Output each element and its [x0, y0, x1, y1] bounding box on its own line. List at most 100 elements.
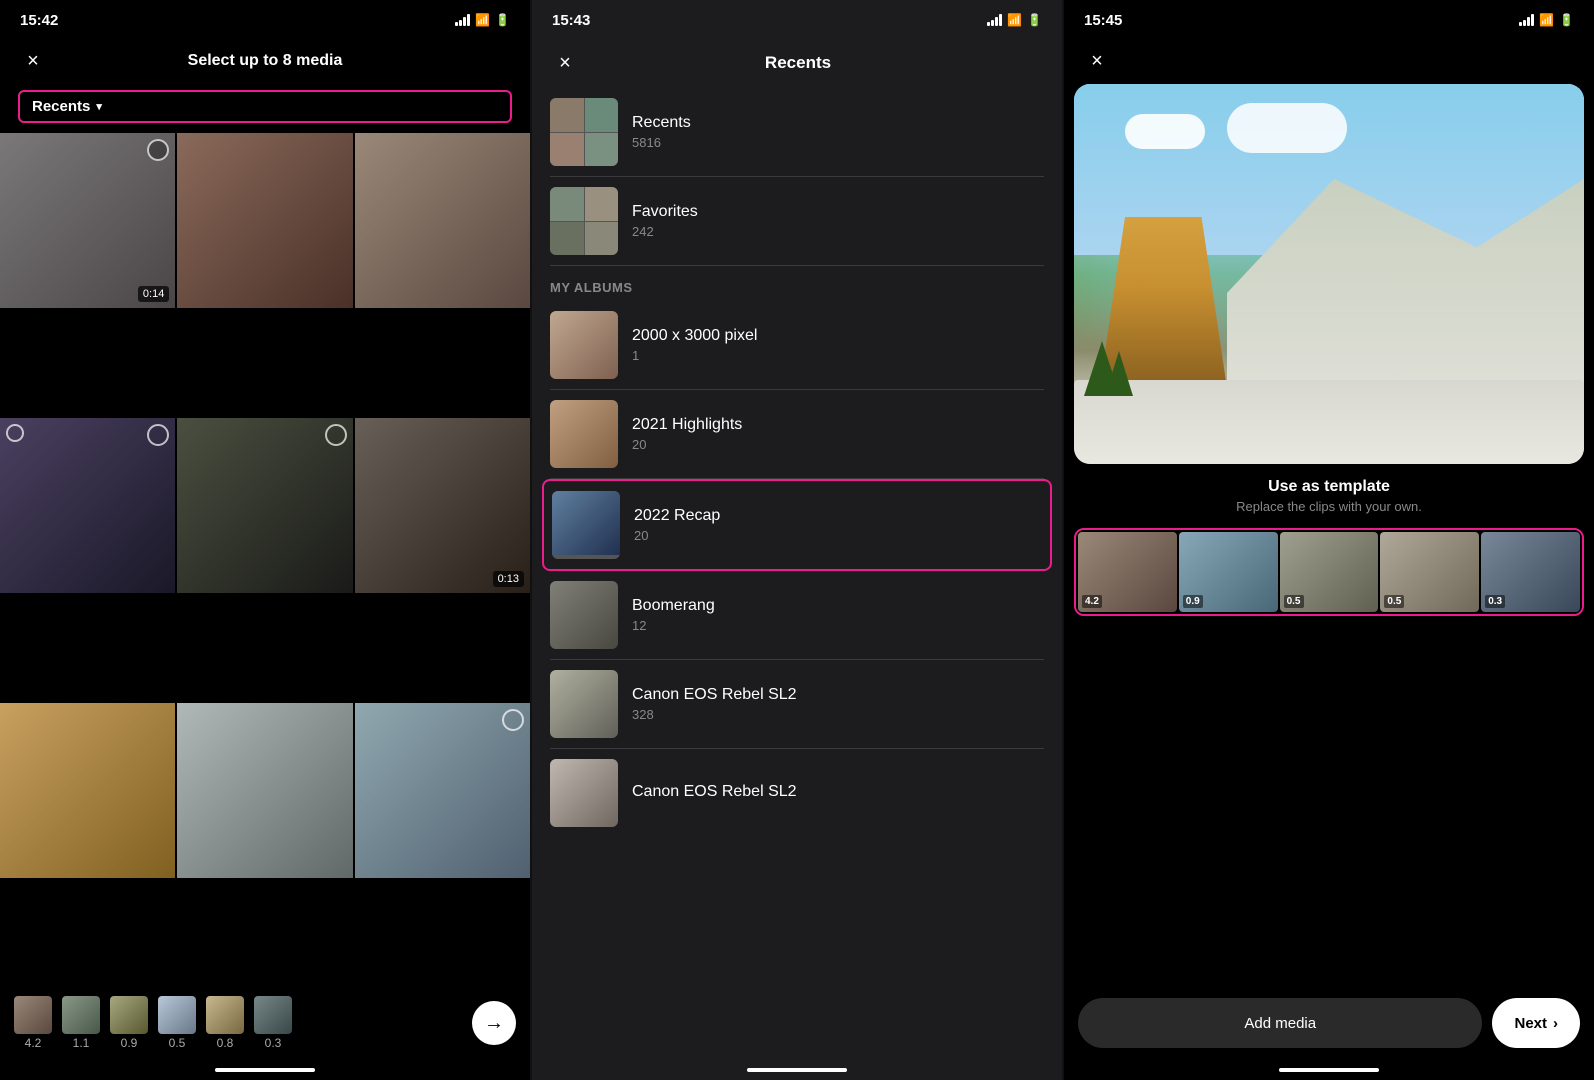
panel2-header: × Recents — [532, 36, 1062, 88]
clip-duration-5: 0.3 — [1485, 595, 1505, 608]
home-indicator — [1279, 1068, 1379, 1072]
battery-icon-2: 🔋 — [1027, 13, 1042, 27]
album-name: Canon EOS Rebel SL2 — [632, 686, 1044, 704]
time-1: 15:42 — [20, 12, 58, 29]
clip-item-1[interactable]: 4.2 — [1078, 532, 1177, 612]
album-thumbnail — [550, 581, 618, 649]
clip-item-2[interactable]: 0.9 — [1179, 532, 1278, 612]
album-count: 20 — [634, 528, 1042, 543]
time-3: 15:45 — [1084, 12, 1122, 29]
album-name: Boomerang — [632, 597, 1044, 615]
status-icons-1: 📶 🔋 — [455, 13, 510, 27]
status-icons-3: 📶 🔋 — [1519, 13, 1574, 27]
clip-item-4[interactable]: 0.5 — [1380, 532, 1479, 612]
photo-cell[interactable] — [0, 418, 175, 593]
clip-duration: 0.8 — [217, 1036, 234, 1050]
album-name: 2022 Recap — [634, 507, 1042, 525]
next-arrow-button[interactable]: → — [472, 1001, 516, 1045]
clip-duration: 0.9 — [121, 1036, 138, 1050]
clip-item-5[interactable]: 0.3 — [1481, 532, 1580, 612]
album-count: 1 — [632, 348, 1044, 363]
album-thumbnail — [550, 400, 618, 468]
clip-duration: 4.2 — [25, 1036, 42, 1050]
photo-grid: 0:14 0:13 — [0, 133, 530, 986]
next-label: Next — [1514, 1015, 1547, 1032]
clip-duration-4: 0.5 — [1384, 595, 1404, 608]
album-count: 328 — [632, 707, 1044, 722]
strip-clip-2[interactable]: 1.1 — [62, 996, 100, 1050]
recents-dropdown-button[interactable]: Recents ▾ — [18, 90, 512, 123]
panel3-header: × — [1064, 36, 1594, 84]
album-item-boomerang[interactable]: Boomerang 12 — [532, 571, 1062, 659]
home-bar-2 — [532, 1060, 1062, 1080]
album-item-2000x3000[interactable]: 2000 x 3000 pixel 1 — [532, 301, 1062, 389]
page-title-1: Select up to 8 media — [48, 52, 482, 70]
clip-duration-1: 4.2 — [1082, 595, 1102, 608]
home-bar-3 — [1064, 1060, 1594, 1080]
strip-clip-3[interactable]: 0.9 — [110, 996, 148, 1050]
signal-icon-3 — [1519, 14, 1534, 26]
status-bar-2: 15:43 📶 🔋 — [532, 0, 1062, 36]
close-button-2[interactable]: × — [550, 48, 580, 78]
close-button-1[interactable]: × — [18, 46, 48, 76]
clip-strip-wrapper: 4.2 0.9 0.5 0.5 0.3 — [1074, 528, 1584, 616]
circle-indicator — [325, 424, 347, 446]
photo-cell[interactable] — [355, 133, 530, 308]
album-name: 2000 x 3000 pixel — [632, 327, 1044, 345]
template-title: Use as template — [1064, 478, 1594, 496]
panel-media-select: 15:42 📶 🔋 × Select up to 8 media Recents… — [0, 0, 530, 1080]
album-name: Canon EOS Rebel SL2 — [632, 783, 1044, 801]
video-duration: 0:13 — [493, 571, 524, 587]
album-info: Favorites 242 — [632, 203, 1044, 239]
photo-cell[interactable] — [177, 418, 352, 593]
album-info: Canon EOS Rebel SL2 — [632, 783, 1044, 804]
battery-icon-1: 🔋 — [495, 13, 510, 27]
photo-cell[interactable] — [0, 703, 175, 878]
photo-cell[interactable] — [177, 703, 352, 878]
album-info: Recents 5816 — [632, 114, 1044, 150]
clip-item-3[interactable]: 0.5 — [1280, 532, 1379, 612]
album-count: 242 — [632, 224, 1044, 239]
album-count: 12 — [632, 618, 1044, 633]
signal-icon-2 — [987, 14, 1002, 26]
time-2: 15:43 — [552, 12, 590, 29]
photo-cell[interactable]: 0:14 — [0, 133, 175, 308]
album-item-recents[interactable]: Recents 5816 — [532, 88, 1062, 176]
album-item-2022-recap[interactable]: 2022 Recap 20 — [542, 479, 1052, 571]
photo-cell[interactable] — [355, 703, 530, 878]
album-thumbnail — [550, 187, 618, 255]
panel-album-picker: 15:43 📶 🔋 × Recents Recents — [532, 0, 1062, 1080]
circle-indicator — [502, 709, 524, 731]
status-bar-3: 15:45 📶 🔋 — [1064, 0, 1594, 36]
close-button-3[interactable]: × — [1082, 46, 1112, 76]
clip-duration: 0.5 — [169, 1036, 186, 1050]
next-icon: › — [1553, 1015, 1558, 1032]
clip-duration: 1.1 — [73, 1036, 90, 1050]
next-button[interactable]: Next › — [1492, 998, 1580, 1048]
strip-clip-5[interactable]: 0.8 — [206, 996, 244, 1050]
dot-indicator — [6, 424, 24, 442]
panel1-header: × Select up to 8 media — [0, 36, 530, 84]
signal-icon-1 — [455, 14, 470, 26]
album-info: 2000 x 3000 pixel 1 — [632, 327, 1044, 363]
photo-cell[interactable]: 0:13 — [355, 418, 530, 593]
strip-clip-6[interactable]: 0.3 — [254, 996, 292, 1050]
album-item-favorites[interactable]: Favorites 242 — [532, 177, 1062, 265]
album-info: Canon EOS Rebel SL2 328 — [632, 686, 1044, 722]
album-item-canon-1[interactable]: Canon EOS Rebel SL2 328 — [532, 660, 1062, 748]
clip-duration-2: 0.9 — [1183, 595, 1203, 608]
clip-duration-3: 0.5 — [1284, 595, 1304, 608]
album-item-2021-highlights[interactable]: 2021 Highlights 20 — [532, 390, 1062, 478]
wifi-icon-1: 📶 — [475, 13, 490, 27]
strip-clip-1[interactable]: 4.2 — [14, 996, 52, 1050]
strip-clip-4[interactable]: 0.5 — [158, 996, 196, 1050]
panel3-actions: Add media Next › — [1064, 986, 1594, 1060]
template-label: Use as template Replace the clips with y… — [1064, 478, 1594, 514]
album-item-canon-2[interactable]: Canon EOS Rebel SL2 — [532, 749, 1062, 837]
album-thumbnail — [550, 311, 618, 379]
photo-cell[interactable] — [177, 133, 352, 308]
album-thumbnail — [552, 491, 620, 559]
album-thumbnail — [550, 759, 618, 827]
add-media-button[interactable]: Add media — [1078, 998, 1482, 1048]
album-info: 2022 Recap 20 — [634, 507, 1042, 543]
